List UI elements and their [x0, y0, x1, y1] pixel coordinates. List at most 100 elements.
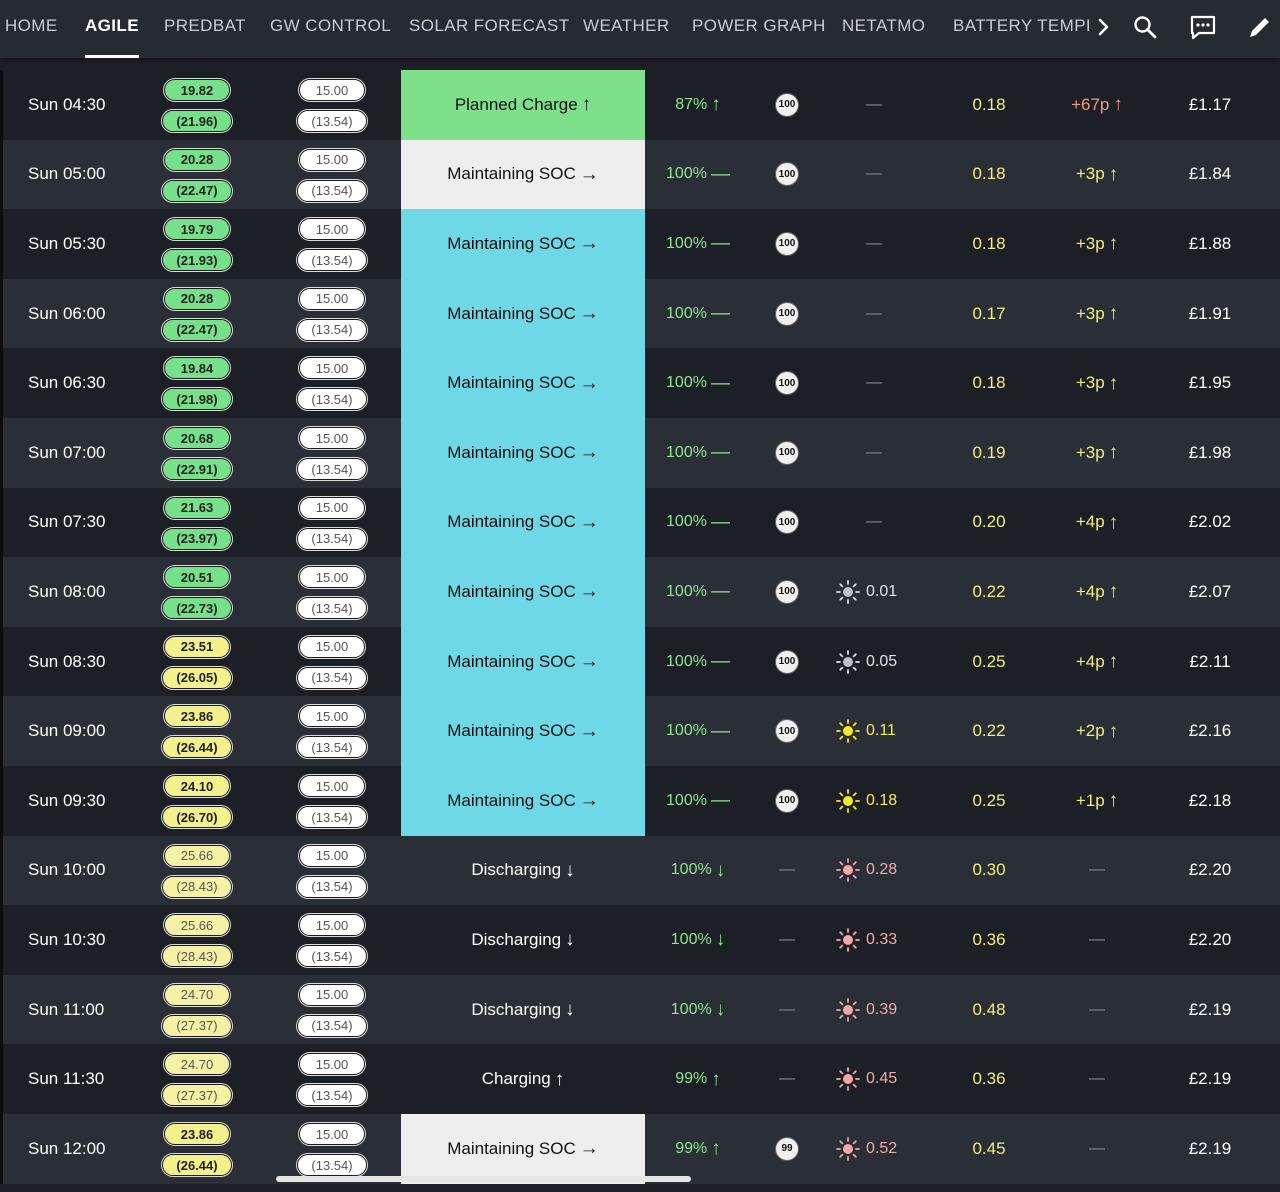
edit-icon[interactable]	[1246, 13, 1274, 41]
pv-forecast: 0.18	[836, 766, 916, 836]
empty-dash: —	[779, 1000, 795, 1018]
soc-arrow-icon: ↑	[711, 1138, 721, 1160]
load-value: 0.17	[972, 303, 1006, 323]
tab-gw-control[interactable]: GW CONTROL	[270, 0, 391, 58]
cost-arrow-icon: ↑	[1108, 233, 1119, 255]
export-rate-pill: 15.00	[299, 914, 365, 937]
state-arrow-icon: →	[579, 442, 599, 464]
export-rate-pill: 15.00	[299, 287, 365, 310]
cost-value: +3p	[1075, 233, 1105, 253]
load-value: 0.20	[972, 512, 1006, 532]
tab-weather[interactable]: WEATHER	[583, 0, 670, 58]
import-rate-alt-pill: (26.70)	[162, 806, 232, 828]
import-rate-alt-pill: (27.37)	[162, 1084, 232, 1107]
chat-icon[interactable]	[1189, 13, 1217, 41]
sun-icon	[836, 788, 860, 813]
soc-target: 100	[766, 557, 808, 627]
import-rate-pill: 20.68	[164, 427, 230, 449]
soc-percent: 100%	[666, 304, 707, 322]
horizontal-scrollbar[interactable]	[276, 1176, 691, 1182]
soc-target: 100	[766, 696, 808, 766]
cost-value: +3p	[1075, 164, 1105, 184]
tab-agile[interactable]: AGILE	[85, 0, 139, 58]
tab-solar-forecast[interactable]: SOLAR FORECAST	[409, 0, 570, 58]
total-cost: £2.02	[1188, 512, 1232, 532]
pv-forecast: —	[836, 140, 916, 210]
export-rate-pill: 15.00	[299, 1123, 365, 1145]
state-label: Discharging	[471, 929, 562, 949]
cost-value: +3p	[1075, 303, 1105, 323]
export-rate-pill: 15.00	[299, 218, 365, 241]
soc-target-badge: 100	[776, 580, 798, 603]
soc-percent: 100%	[670, 1000, 712, 1018]
pv-forecast: 0.01	[836, 557, 916, 627]
import-rate-alt-pill: (21.96)	[162, 110, 232, 132]
state-label: Maintaining SOC	[447, 581, 576, 601]
soc-arrow-icon: —	[710, 790, 730, 812]
tab-power-graph[interactable]: POWER GRAPH	[692, 0, 826, 58]
soc-value: 100% —	[648, 209, 748, 279]
soc-percent: 100%	[666, 722, 707, 740]
table-row: Sun 09:00 23.86 (26.44) 15.00 (13.54) Ma…	[0, 696, 1280, 767]
import-rate-alt-pill: (28.43)	[162, 875, 232, 898]
state-arrow-icon: ↑	[581, 94, 592, 116]
empty-dash: —	[866, 165, 882, 183]
sun-icon	[836, 580, 860, 604]
search-icon[interactable]	[1131, 13, 1159, 41]
export-rate-pill: 15.00	[299, 427, 365, 449]
empty-dash: —	[779, 930, 795, 948]
soc-percent: 100%	[666, 374, 707, 392]
cost-value: +3p	[1075, 442, 1105, 462]
soc-target-badge: 100	[776, 93, 798, 116]
cost-change: +3p ↑	[1052, 140, 1142, 210]
tab-netatmo[interactable]: NETATMO	[842, 0, 925, 58]
battery-state: Maintaining SOC →	[401, 766, 645, 836]
load-value: 0.48	[972, 999, 1006, 1019]
state-label: Maintaining SOC	[447, 164, 576, 184]
slot-time: Sun 08:00	[28, 581, 106, 601]
export-rate-pill: 15.00	[299, 566, 365, 589]
soc-target-badge: 100	[776, 232, 798, 255]
soc-arrow-icon: —	[710, 303, 730, 325]
slot-time: Sun 09:00	[28, 721, 106, 741]
soc-percent: 100%	[670, 861, 712, 879]
slot-time: Sun 10:00	[28, 860, 106, 880]
import-rate-pill: 25.66	[164, 914, 230, 937]
table-row: Sun 10:30 25.66 (28.43) 15.00 (13.54) Di…	[0, 905, 1280, 976]
soc-target: —	[766, 836, 808, 906]
export-rate-pill: 15.00	[299, 844, 365, 867]
soc-value: 100% —	[648, 557, 748, 627]
load-value: 0.25	[972, 790, 1006, 810]
slot-time: Sun 08:30	[28, 651, 106, 671]
empty-dash: —	[779, 1070, 795, 1088]
export-rate-alt-pill: (13.54)	[297, 1014, 367, 1037]
chevron-right-icon[interactable]	[1090, 13, 1118, 41]
import-rate-pill: 23.86	[164, 705, 230, 728]
load-value: 0.18	[972, 373, 1006, 393]
import-rate-pill: 23.51	[164, 635, 230, 658]
cost-change: +4p ↑	[1052, 488, 1142, 558]
state-arrow-icon: →	[579, 790, 599, 812]
soc-target-badge: 100	[776, 163, 798, 186]
tab-predbat[interactable]: PREDBAT	[164, 0, 246, 58]
state-arrow-icon: →	[579, 720, 599, 742]
soc-target: 100	[766, 488, 808, 558]
cost-change: —	[1052, 905, 1142, 975]
empty-dash: —	[866, 95, 882, 113]
cost-arrow-icon: ↑	[1108, 163, 1119, 185]
load-value: 0.36	[972, 929, 1006, 949]
pv-forecast: 0.11	[836, 696, 916, 766]
sun-icon	[836, 997, 860, 1022]
export-rate-pill: 15.00	[299, 79, 365, 101]
cost-value: +4p	[1075, 581, 1105, 601]
soc-arrow-icon: —	[710, 233, 730, 255]
cost-change: —	[1052, 975, 1142, 1045]
cost-arrow-icon: ↑	[1108, 581, 1119, 603]
cost-change: —	[1052, 836, 1142, 906]
export-rate-pill: 15.00	[299, 1053, 365, 1076]
import-rate-alt-pill: (26.44)	[162, 1154, 232, 1176]
tab-home[interactable]: HOME	[5, 0, 58, 58]
table-row: Sun 10:00 25.66 (28.43) 15.00 (13.54) Di…	[0, 835, 1280, 907]
soc-arrow-icon: ↓	[715, 999, 726, 1021]
tab-battery-temperature[interactable]: BATTERY TEMPER	[953, 0, 1089, 58]
